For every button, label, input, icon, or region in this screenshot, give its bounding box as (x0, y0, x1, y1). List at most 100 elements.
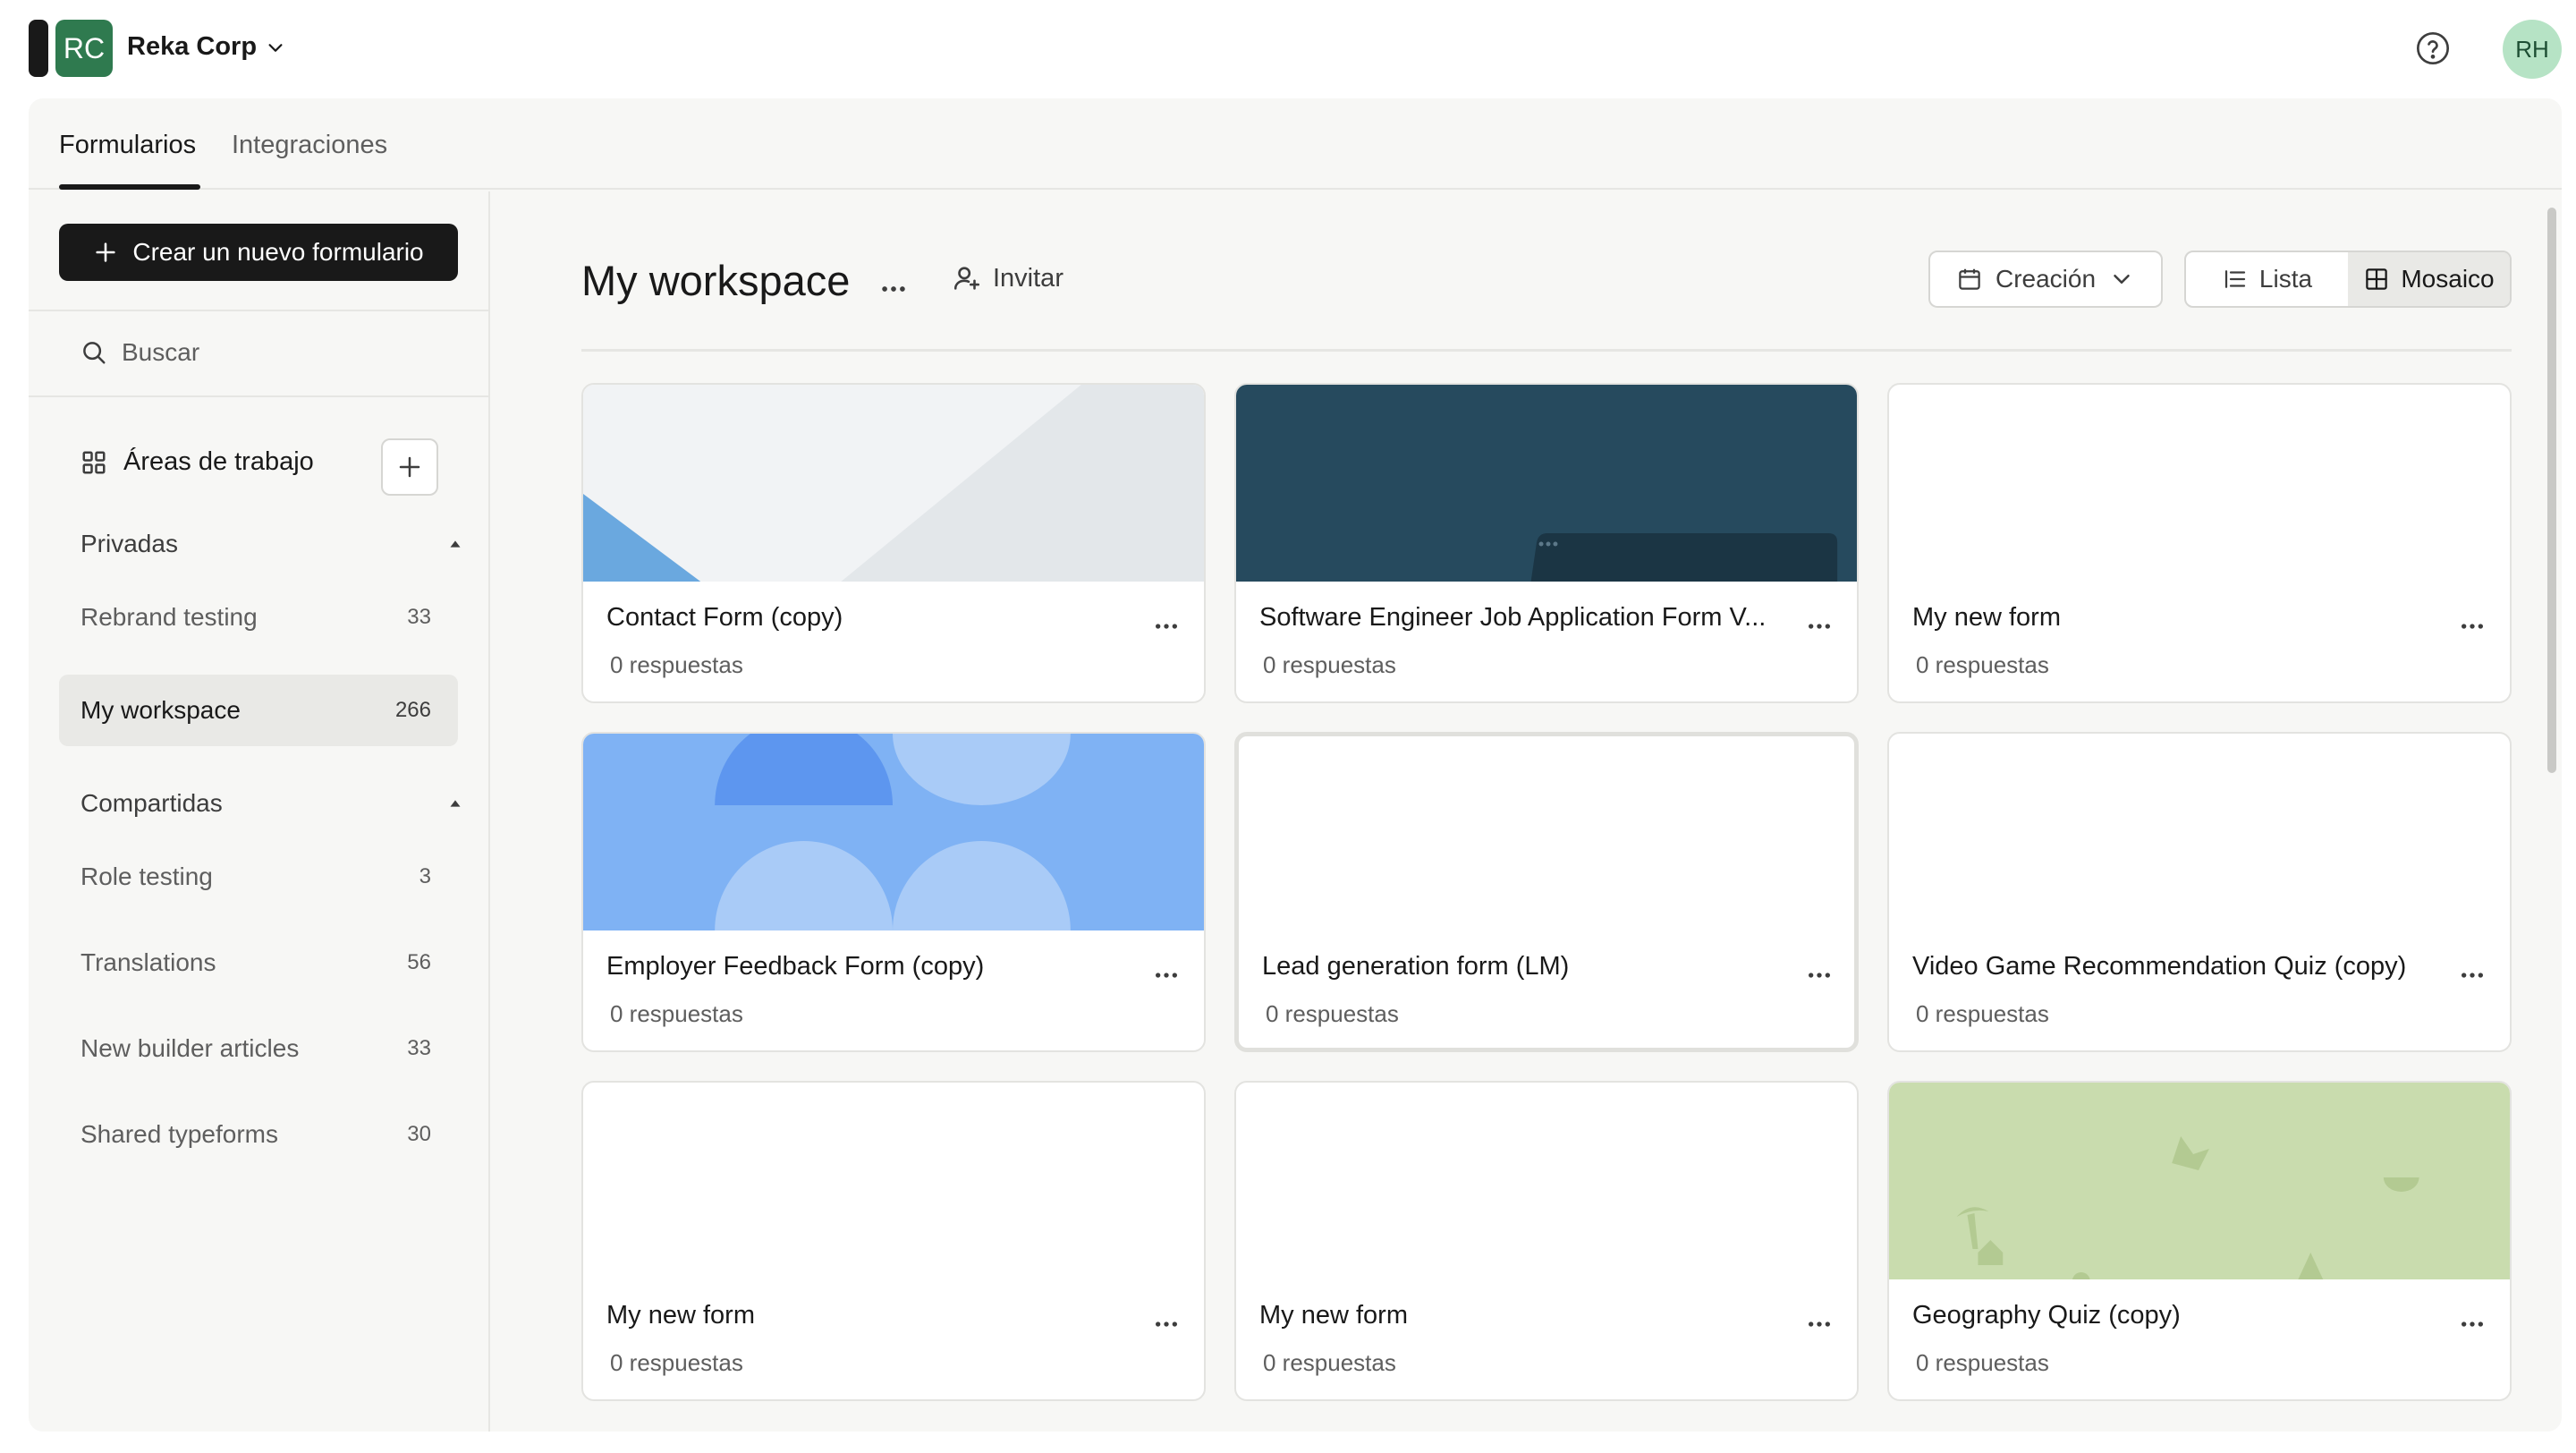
thumbnail-art (583, 734, 1204, 930)
more-horizontal-icon[interactable] (878, 274, 909, 304)
search-icon (83, 342, 106, 364)
plus-icon (96, 242, 115, 262)
main-panel: Formularios Integraciones Crear un nuevo… (29, 98, 2562, 1432)
form-options-button[interactable] (1801, 957, 1837, 993)
sidebar: Crear un nuevo formulario Buscar Áreas d… (29, 191, 490, 1432)
form-title: Video Game Recommendation Quiz (copy) (1912, 952, 2407, 981)
sidebar-item-label: My workspace (80, 696, 241, 724)
form-options-button[interactable] (2454, 1306, 2490, 1342)
sidebar-item-shared-typeforms[interactable]: Shared typeforms 30 (59, 1099, 458, 1170)
form-card[interactable]: Employer Feedback Form (copy) 0 respuest… (581, 732, 1206, 1052)
thumbnail-art (583, 385, 1204, 582)
more-horizontal-icon (2462, 624, 2483, 629)
form-card[interactable]: My new form 0 respuestas (1887, 383, 2512, 703)
list-view-button[interactable]: Lista (2186, 252, 2348, 306)
shared-section-toggle[interactable]: Compartidas (80, 789, 465, 818)
form-title: Geography Quiz (copy) (1912, 1301, 2181, 1330)
form-thumbnail (1239, 736, 1854, 933)
chevron-down-icon (268, 43, 283, 52)
thumbnail-art (1236, 385, 1857, 582)
form-card[interactable]: My new form 0 respuestas (1234, 1081, 1859, 1401)
list-icon (2224, 270, 2246, 288)
form-card[interactable]: Geography Quiz (copy) 0 respuestas (1887, 1081, 2512, 1401)
sidebar-item-translations[interactable]: Translations 56 (59, 927, 458, 998)
sidebar-item-label: New builder articles (80, 1034, 300, 1062)
brand-logo (29, 20, 48, 77)
more-horizontal-icon (1156, 973, 1177, 978)
form-responses: 0 respuestas (610, 1000, 743, 1027)
org-switcher[interactable]: Reka Corp (127, 32, 285, 62)
grid-icon (2366, 268, 2388, 290)
tab-integrations[interactable]: Integraciones (232, 131, 387, 160)
form-thumbnail (583, 385, 1204, 582)
user-plus-icon (953, 267, 980, 290)
form-card[interactable]: My new form 0 respuestas (581, 1081, 1206, 1401)
search-input[interactable]: Buscar (80, 338, 199, 367)
form-title: My new form (1259, 1301, 1408, 1330)
more-horizontal-icon (1809, 1321, 1830, 1327)
form-card[interactable]: Video Game Recommendation Quiz (copy) 0 … (1887, 732, 2512, 1052)
more-horizontal-icon (1156, 624, 1177, 629)
chevron-down-icon (2114, 275, 2130, 284)
private-section-toggle[interactable]: Privadas (80, 530, 465, 558)
sidebar-divider (29, 310, 490, 311)
form-responses: 0 respuestas (610, 651, 743, 678)
sidebar-item-count: 30 (407, 1122, 431, 1146)
add-workspace-button[interactable] (381, 438, 438, 496)
sort-dropdown[interactable]: Creación (1928, 251, 2163, 308)
form-card[interactable]: Software Engineer Job Application Form V… (1234, 383, 1859, 703)
form-options-button[interactable] (2454, 608, 2490, 644)
caret-up-icon (450, 540, 461, 548)
page-title: My workspace (581, 257, 851, 304)
form-card[interactable]: Lead generation form (LM) 0 respuestas (1234, 732, 1859, 1052)
sidebar-item-count: 3 (419, 864, 431, 888)
form-options-button[interactable] (2454, 957, 2490, 993)
tab-forms[interactable]: Formularios (59, 131, 196, 160)
form-options-button[interactable] (1148, 1306, 1184, 1342)
sidebar-item-role-testing[interactable]: Role testing 3 (59, 841, 458, 913)
org-name: Reka Corp (127, 32, 258, 61)
thumbnail-art (1889, 1083, 2510, 1279)
sidebar-item-my-workspace[interactable]: My workspace 266 (59, 675, 458, 746)
sidebar-item-rebrand-testing[interactable]: Rebrand testing 33 (59, 582, 458, 653)
create-form-label: Crear un nuevo formulario (132, 238, 424, 266)
grid-view-label: Mosaico (2401, 265, 2495, 293)
tab-bar: Formularios Integraciones (29, 98, 2562, 190)
org-avatar[interactable]: RC (55, 20, 113, 77)
user-avatar[interactable]: RH (2503, 20, 2562, 79)
more-horizontal-icon (2462, 1321, 2483, 1327)
grid-view-button[interactable]: Mosaico (2348, 252, 2510, 306)
search-placeholder: Buscar (122, 338, 200, 366)
sidebar-item-count: 266 (394, 698, 431, 722)
form-card[interactable]: Contact Form (copy) 0 respuestas (581, 383, 1206, 703)
active-tab-indicator (59, 184, 200, 190)
more-horizontal-icon (1809, 624, 1830, 629)
sidebar-item-label: Shared typeforms (80, 1120, 278, 1148)
form-thumbnail (1889, 385, 2510, 582)
sidebar-item-label: Translations (80, 948, 216, 976)
plus-icon (399, 456, 420, 478)
sidebar-item-new-builder-articles[interactable]: New builder articles 33 (59, 1013, 458, 1084)
form-responses: 0 respuestas (610, 1349, 743, 1376)
invite-button[interactable]: Invitar (952, 263, 1063, 293)
form-thumbnail (1236, 385, 1857, 582)
form-responses: 0 respuestas (1263, 651, 1396, 678)
form-title: My new form (606, 1301, 755, 1330)
grid-icon (82, 451, 106, 473)
form-responses: 0 respuestas (1916, 651, 2049, 678)
sidebar-item-count: 56 (407, 950, 431, 974)
form-title: Software Engineer Job Application Form V… (1259, 603, 1767, 632)
list-view-label: Lista (2258, 265, 2313, 293)
scrollbar[interactable] (2547, 208, 2556, 773)
form-options-button[interactable] (1801, 608, 1837, 644)
form-title: Lead generation form (LM) (1262, 952, 1570, 981)
create-form-button[interactable]: Crear un nuevo formulario (59, 224, 458, 281)
workspaces-heading: Áreas de trabajo (80, 447, 314, 477)
form-options-button[interactable] (1148, 608, 1184, 644)
form-responses: 0 respuestas (1916, 1349, 2049, 1376)
help-icon[interactable] (2415, 30, 2451, 66)
private-section-label: Privadas (80, 530, 178, 557)
form-thumbnail (1236, 1083, 1857, 1279)
form-options-button[interactable] (1801, 1306, 1837, 1342)
form-options-button[interactable] (1148, 957, 1184, 993)
